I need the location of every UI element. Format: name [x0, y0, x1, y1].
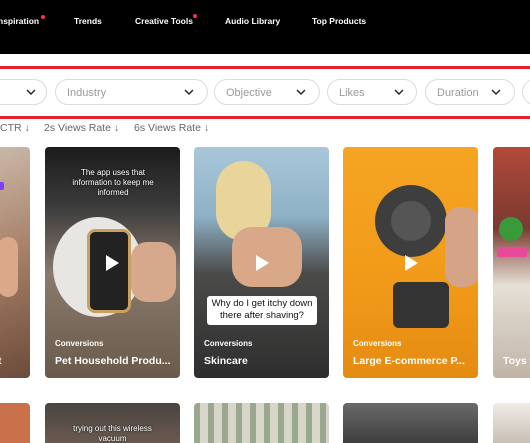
thumbnail-phone	[87, 229, 131, 313]
filter-chip-objective[interactable]: Objective	[214, 79, 320, 105]
nav-creative-tools[interactable]: Creative Tools	[135, 16, 193, 26]
nav-creative-tools-dot	[193, 14, 197, 18]
video-card[interactable]: Why do I get itchy down there after shav…	[194, 147, 329, 378]
nav-inspiration-dot	[41, 15, 45, 19]
video-card[interactable]: Conversions Large E-commerce P...	[343, 147, 478, 378]
card-title: Large E-commerce P...	[353, 355, 465, 367]
video-card[interactable]	[343, 403, 478, 443]
sort-6s-views-rate[interactable]: 6s Views Rate ↓	[134, 122, 209, 134]
video-card[interactable]	[493, 403, 530, 443]
thumbnail-hand	[131, 242, 176, 302]
video-card[interactable]: t	[0, 147, 30, 378]
card-objective-tag: Conversions	[55, 339, 104, 348]
video-overlay-text: The app uses that information to keep me…	[72, 168, 154, 197]
chevron-down-icon	[491, 89, 501, 95]
thumbnail-hand	[0, 237, 18, 297]
filter-chip-likes[interactable]: Likes	[327, 79, 417, 105]
thumbnail-device-body	[393, 282, 449, 328]
thumbnail-decoration	[0, 182, 4, 190]
chevron-down-icon	[296, 89, 306, 95]
sort-ctr[interactable]: CTR ↓	[0, 122, 30, 134]
thumbnail-toy	[499, 217, 523, 241]
video-card[interactable]: Toys t	[493, 147, 530, 378]
video-card[interactable]: The app uses that information to keep me…	[45, 147, 180, 378]
top-nav-bar: nspiration Trends Creative Tools Audio L…	[0, 0, 530, 54]
play-icon[interactable]	[405, 255, 418, 271]
card-objective-tag: Conversions	[204, 339, 253, 348]
card-title: Skincare	[204, 355, 248, 367]
card-title: Toys t	[503, 355, 530, 367]
nav-trends[interactable]: Trends	[74, 16, 102, 26]
arrow-down-icon: ↓	[203, 122, 210, 134]
video-card[interactable]	[194, 403, 329, 443]
thumbnail-toy	[497, 247, 527, 257]
play-icon[interactable]	[256, 255, 269, 271]
thumbnail-device-center	[391, 201, 431, 241]
arrow-down-icon: ↓	[113, 122, 120, 134]
nav-top-products[interactable]: Top Products	[312, 16, 366, 26]
video-overlay-text: trying out this wireless vacuum	[73, 424, 152, 443]
nav-audio-library[interactable]: Audio Library	[225, 16, 280, 26]
chevron-down-icon	[394, 89, 404, 95]
filter-chip-first[interactable]	[0, 79, 47, 105]
video-caption: Why do I get itchy down there after shav…	[207, 296, 317, 325]
chevron-down-icon	[26, 89, 36, 95]
thumbnail-hand	[445, 207, 478, 287]
sort-2s-views-rate[interactable]: 2s Views Rate ↓	[44, 122, 119, 134]
arrow-down-icon: ↓	[24, 122, 30, 134]
nav-inspiration[interactable]: nspiration	[0, 16, 39, 26]
filter-chip-duration[interactable]: Duration	[425, 79, 515, 105]
card-objective-tag: Conversions	[353, 339, 402, 348]
card-title: Pet Household Produ...	[55, 355, 171, 367]
play-icon[interactable]	[106, 255, 119, 271]
chevron-down-icon	[184, 89, 194, 95]
video-card[interactable]: trying out this wireless vacuum	[45, 403, 180, 443]
filter-chip-industry[interactable]: Industry	[55, 79, 208, 105]
video-card[interactable]	[0, 403, 30, 443]
